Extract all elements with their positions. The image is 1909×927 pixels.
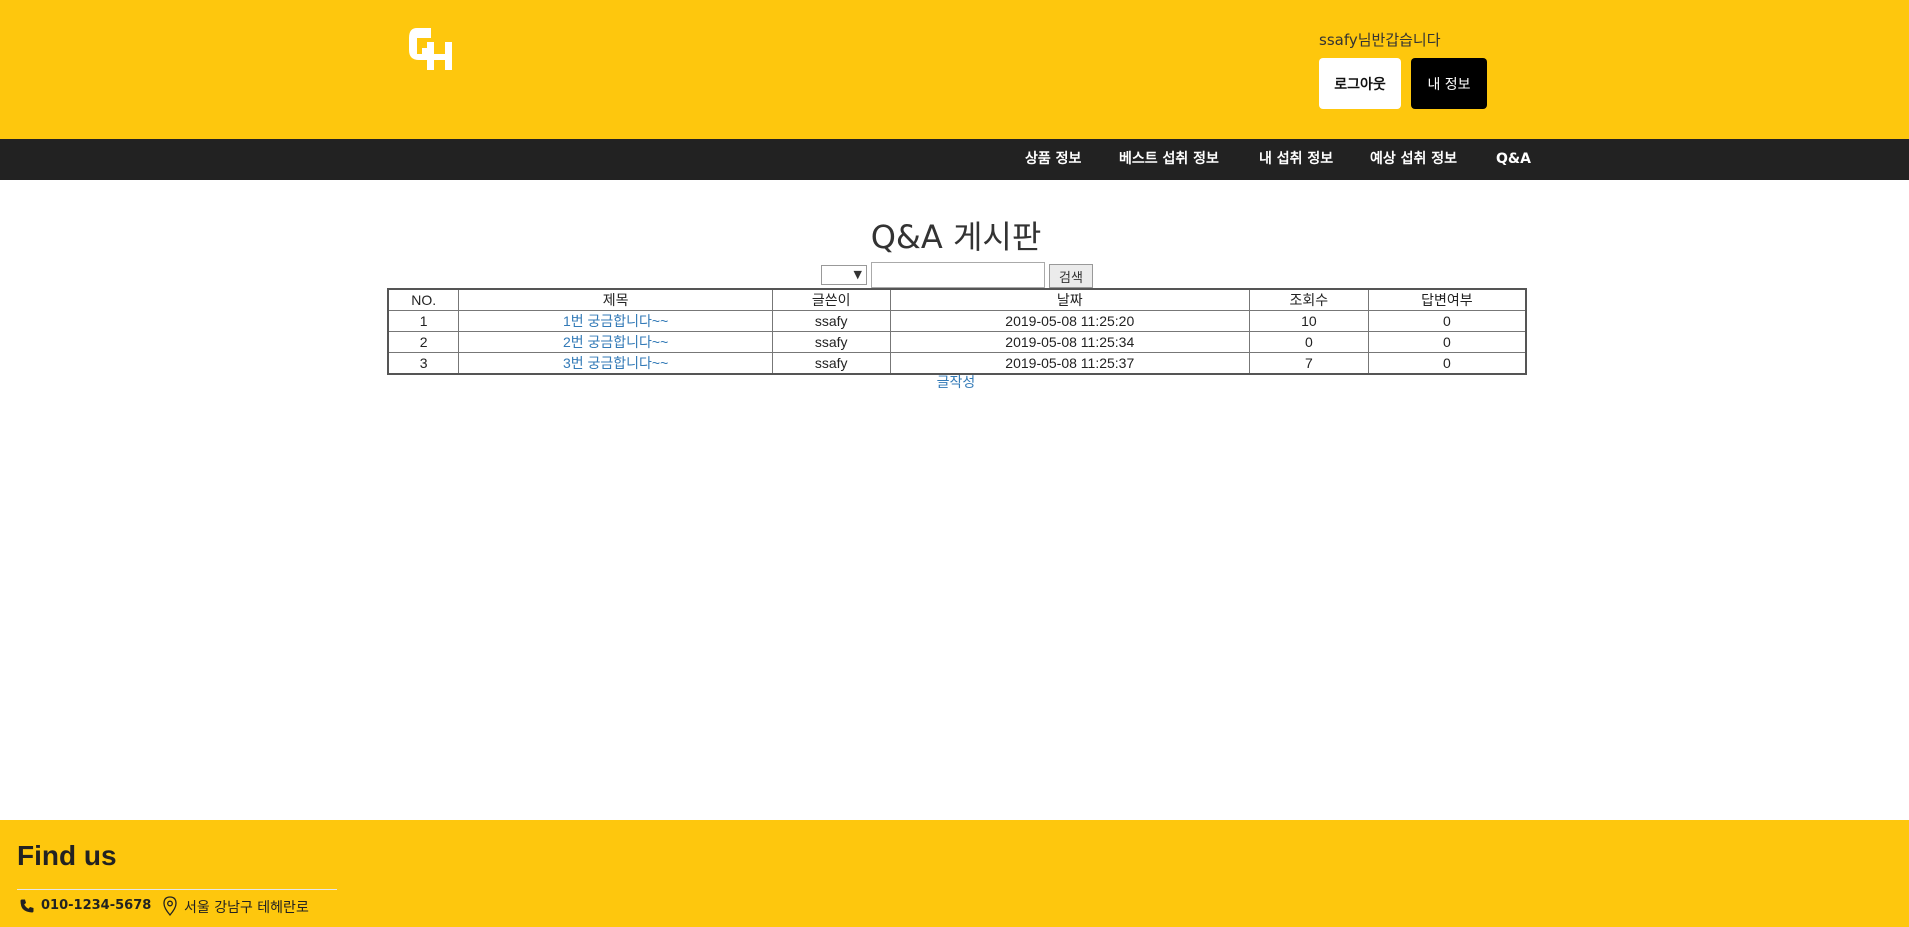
- row-author: ssafy: [771, 310, 891, 332]
- nav-item-product-info[interactable]: 상품 정보: [1025, 139, 1081, 180]
- post-title-link[interactable]: 1번 궁금합니다~~: [563, 313, 668, 329]
- search-button[interactable]: 검색: [1049, 264, 1093, 288]
- write-post-link[interactable]: 글작성: [0, 372, 1909, 392]
- my-info-button[interactable]: 내 정보: [1411, 58, 1487, 109]
- nav-item-my-intake[interactable]: 내 섭취 정보: [1259, 139, 1333, 180]
- row-date: 2019-05-08 11:25:20: [889, 310, 1250, 332]
- greeting-text: ssafy님반갑습니다: [1319, 31, 1441, 49]
- post-title-link[interactable]: 2번 궁금합니다~~: [563, 334, 668, 350]
- row-views: 10: [1248, 310, 1369, 332]
- row-title-cell: 2번 궁금합니다~~: [458, 331, 773, 353]
- logout-button[interactable]: 로그아웃: [1319, 58, 1401, 109]
- column-header-title: 제목: [458, 288, 773, 311]
- search-input[interactable]: [871, 262, 1045, 288]
- row-answered: 0: [1367, 352, 1527, 375]
- site-header: ssafy님반갑습니다 로그아웃 내 정보: [0, 0, 1909, 139]
- table-header-row: NO. 제목 글쓴이 날짜 조회수 답변여부: [387, 288, 1527, 311]
- table-row: 3 3번 궁금합니다~~ ssafy 2019-05-08 11:25:37 7…: [387, 352, 1527, 375]
- column-header-date: 날짜: [889, 288, 1250, 311]
- phone-icon: [20, 899, 34, 913]
- table-row: 2 2번 궁금합니다~~ ssafy 2019-05-08 11:25:34 0…: [387, 331, 1527, 353]
- row-views: 7: [1248, 352, 1369, 375]
- column-header-views: 조회수: [1248, 288, 1369, 311]
- row-date: 2019-05-08 11:25:34: [889, 331, 1250, 353]
- column-header-no: NO.: [387, 288, 460, 311]
- nav-item-expected-intake[interactable]: 예상 섭취 정보: [1370, 139, 1457, 180]
- footer-heading: Find us: [17, 840, 117, 871]
- row-title-cell: 3번 궁금합니다~~: [458, 352, 773, 375]
- row-author: ssafy: [771, 352, 891, 375]
- row-views: 0: [1248, 331, 1369, 353]
- row-no: 1: [387, 310, 460, 332]
- search-type-select[interactable]: ▼: [821, 265, 867, 285]
- row-no: 2: [387, 331, 460, 353]
- site-logo[interactable]: [407, 24, 461, 72]
- nav-item-qna[interactable]: Q&A: [1496, 139, 1531, 180]
- row-author: ssafy: [771, 331, 891, 353]
- row-no: 3: [387, 352, 460, 375]
- map-pin-icon: [163, 896, 177, 916]
- post-title-link[interactable]: 3번 궁금합니다~~: [563, 355, 668, 371]
- nav-item-best-intake[interactable]: 베스트 섭취 정보: [1119, 139, 1219, 180]
- footer-address: 서울 강남구 테헤란로: [184, 900, 309, 916]
- main-nav: 상품 정보 베스트 섭취 정보 내 섭취 정보 예상 섭취 정보 Q&A: [0, 139, 1909, 180]
- chevron-down-icon: ▼: [853, 268, 862, 281]
- row-date: 2019-05-08 11:25:37: [889, 352, 1250, 375]
- site-footer: Find us 010-1234-5678 서울 강남구 테헤란로: [0, 820, 1909, 927]
- column-header-author: 글쓴이: [771, 288, 891, 311]
- footer-phone: 010-1234-5678: [41, 898, 152, 913]
- table-row: 1 1번 궁금합니다~~ ssafy 2019-05-08 11:25:20 1…: [387, 310, 1527, 332]
- page-title: Q&A 게시판: [870, 218, 1042, 256]
- row-answered: 0: [1367, 310, 1527, 332]
- row-answered: 0: [1367, 331, 1527, 353]
- row-title-cell: 1번 궁금합니다~~: [458, 310, 773, 332]
- qna-table: NO. 제목 글쓴이 날짜 조회수 답변여부 1 1번 궁금합니다~~ ssaf…: [387, 288, 1527, 375]
- footer-divider: [17, 889, 337, 890]
- column-header-answered: 답변여부: [1367, 288, 1527, 311]
